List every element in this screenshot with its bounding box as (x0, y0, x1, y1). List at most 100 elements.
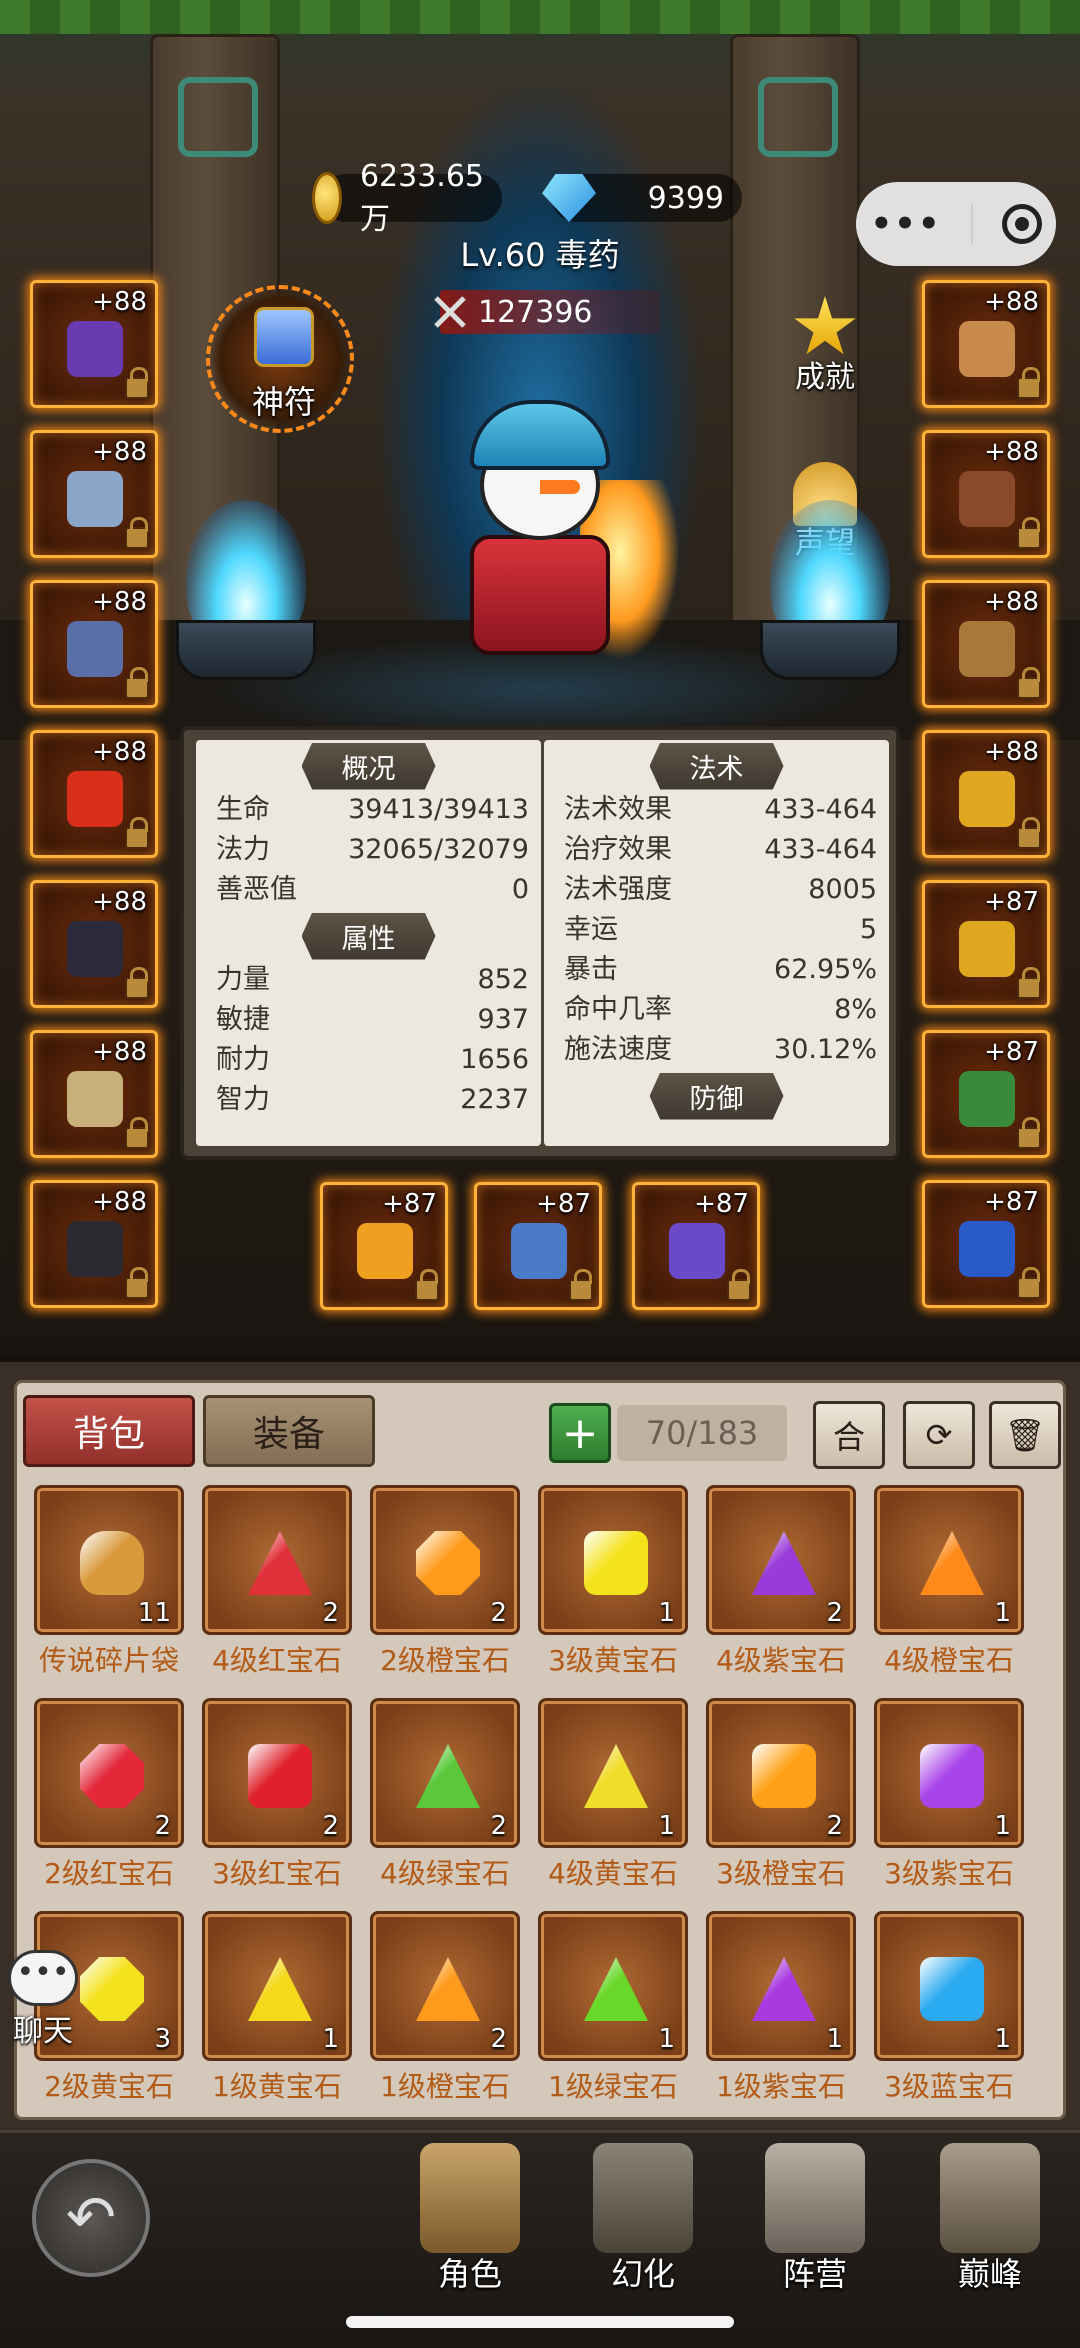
stat-label: 暴击 (564, 954, 618, 985)
item-quantity: 1 (826, 2024, 843, 2054)
inventory-item[interactable]: 1 3级黄宝石 (535, 1485, 691, 1679)
gem-icon (584, 1531, 648, 1595)
equip-slot-wand[interactable]: +87 (632, 1182, 760, 1310)
enhance-level: +88 (984, 737, 1039, 767)
home-indicator (346, 2316, 734, 2328)
gem-icon (80, 1957, 144, 2021)
necklace-icon (67, 471, 123, 527)
amulet-button[interactable]: 神符 (206, 285, 354, 433)
equip-slot-helmet[interactable]: +88 (30, 280, 158, 408)
item-name: 1级紫宝石 (716, 2070, 846, 2103)
inventory-item[interactable]: 1 4级橙宝石 (871, 1485, 1027, 1679)
enhance-level: +88 (92, 737, 147, 767)
lock-icon (125, 667, 149, 699)
nav-peak[interactable]: 巅峰 (925, 2143, 1055, 2295)
inventory-item[interactable]: 2 2级橙宝石 (367, 1485, 523, 1679)
inventory-item[interactable]: 2 4级绿宝石 (367, 1698, 523, 1892)
inventory-item[interactable]: 1 1级绿宝石 (535, 1911, 691, 2105)
inventory-item[interactable]: 2 2级红宝石 (31, 1698, 187, 1892)
enhance-level: +88 (92, 1187, 147, 1217)
stat-value: 433-464 (764, 794, 877, 825)
more-button[interactable]: ••• (870, 204, 941, 244)
item-quantity: 11 (137, 1598, 171, 1628)
item-quantity: 1 (658, 2024, 675, 2054)
expand-bag-button[interactable]: + (549, 1403, 611, 1463)
item-quantity: 1 (994, 2024, 1011, 2054)
equip-slot-legs[interactable]: +88 (922, 430, 1050, 558)
enhance-level: +88 (92, 437, 147, 467)
equip-slot-chest[interactable]: +88 (30, 880, 158, 1008)
inventory-item[interactable]: 2 3级红宝石 (199, 1698, 355, 1892)
equip-slot-shoulder[interactable]: +88 (30, 580, 158, 708)
stat-value: 433-464 (764, 834, 877, 865)
ring-icon (959, 921, 1015, 977)
achievement-button[interactable]: 成就 (770, 296, 880, 406)
item-quantity: 2 (154, 1811, 171, 1841)
inventory-item[interactable]: 1 1级紫宝石 (703, 1911, 859, 2105)
inventory-item[interactable]: 1 1级黄宝石 (199, 1911, 355, 2105)
nav-faction[interactable]: 阵营 (750, 2143, 880, 2295)
item-box: 1 (874, 1485, 1024, 1635)
stat-row: 智力 2237 (196, 1080, 541, 1120)
nav-transmog[interactable]: 幻化 (578, 2143, 708, 2295)
equip-slot-ring-1[interactable]: +88 (922, 730, 1050, 858)
equip-slot-cloak[interactable]: +88 (30, 730, 158, 858)
inventory-inner: 背包 装备 + 70/183 合 ⟳ 🗑 11 传说碎片袋 2 4级红宝石 2 2级橙宝石… (14, 1380, 1066, 2120)
inventory-item[interactable]: 2 4级红宝石 (199, 1485, 355, 1679)
equip-slot-main-weapon[interactable]: +87 (320, 1182, 448, 1310)
gem-icon (584, 1744, 648, 1808)
delete-button[interactable]: 🗑 (989, 1401, 1061, 1469)
chat-bubble-icon: ••• (8, 1950, 78, 2006)
inventory-item[interactable]: 1 4级黄宝石 (535, 1698, 691, 1892)
equip-slot-trinket[interactable]: +87 (922, 1030, 1050, 1158)
item-box: 2 (202, 1698, 352, 1848)
legs-icon (959, 471, 1015, 527)
inventory-item[interactable]: 11 传说碎片袋 (31, 1485, 187, 1679)
tab-equipment[interactable]: 装备 (203, 1395, 375, 1467)
stat-row: 法术强度 8005 (544, 870, 889, 910)
inventory-item[interactable]: 1 3级紫宝石 (871, 1698, 1027, 1892)
bracer-icon (67, 1071, 123, 1127)
inventory-item[interactable]: 2 4级紫宝石 (703, 1485, 859, 1679)
stat-row: 善恶值 0 (196, 870, 541, 910)
sort-refresh-button[interactable]: ⟳ (903, 1401, 975, 1469)
equip-slot-relic[interactable]: +87 (922, 1180, 1050, 1308)
close-target-button[interactable] (1001, 204, 1042, 244)
equip-slot-belt[interactable]: +88 (922, 280, 1050, 408)
inventory-item[interactable]: 1 3级蓝宝石 (871, 1911, 1027, 2105)
equip-slot-bracer[interactable]: +88 (30, 1030, 158, 1158)
merge-button[interactable]: 合 (813, 1401, 885, 1469)
chat-button[interactable]: ••• 聊天 (4, 1950, 82, 2050)
back-button[interactable]: ↶ (32, 2159, 150, 2277)
enhance-level: +88 (92, 887, 147, 917)
viking-helmet-icon (420, 2143, 520, 2253)
tab-bag[interactable]: 背包 (23, 1395, 195, 1467)
helmet-icon (67, 321, 123, 377)
flame-sword-icon (357, 1223, 413, 1279)
lock-icon (415, 1269, 439, 1301)
inventory-item[interactable]: 2 3级橙宝石 (703, 1698, 859, 1892)
stat-label: 善恶值 (216, 874, 297, 905)
item-name: 4级红宝石 (212, 1644, 342, 1677)
stat-row: 治疗效果 433-464 (544, 830, 889, 870)
item-name: 传说碎片袋 (38, 1644, 179, 1677)
trinket-icon (959, 1071, 1015, 1127)
stats-right-column: 法术 法术效果 433-464 治疗效果 433-464 法术强度 8005 幸运 5 … (544, 740, 889, 1146)
equip-slot-ring-2[interactable]: +87 (922, 880, 1050, 1008)
equip-slot-boots[interactable]: +88 (922, 580, 1050, 708)
hero-body (470, 535, 610, 655)
enhance-level: +88 (92, 287, 147, 317)
equip-slot-offhand[interactable]: +87 (474, 1182, 602, 1310)
item-name: 4级橙宝石 (884, 1644, 1014, 1677)
enhance-level: +87 (694, 1189, 749, 1219)
equip-slot-gloves[interactable]: +88 (30, 1180, 158, 1308)
inventory-item[interactable]: 2 1级橙宝石 (367, 1911, 523, 2105)
nav-character[interactable]: 角色 (405, 2143, 535, 2295)
relic-icon (959, 1221, 1015, 1277)
combat-power: 127396 (434, 290, 660, 334)
enhance-level: +88 (92, 587, 147, 617)
item-box: 2 (370, 1911, 520, 2061)
gem-icon (752, 1531, 816, 1595)
equip-slot-necklace[interactable]: +88 (30, 430, 158, 558)
item-quantity: 3 (154, 2024, 171, 2054)
